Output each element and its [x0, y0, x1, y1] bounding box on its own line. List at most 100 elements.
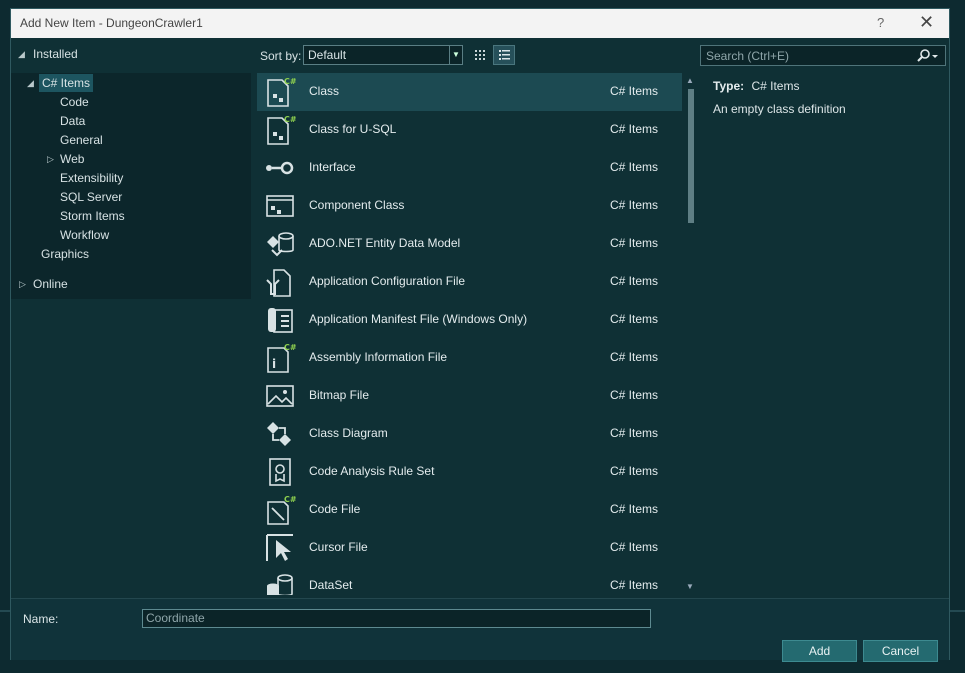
list-item[interactable]: C# i Assembly Information File C# Items — [257, 339, 682, 377]
cursor-file-icon — [266, 534, 293, 561]
dataset-icon — [267, 574, 293, 595]
item-category: C# Items — [610, 236, 659, 250]
list-item[interactable]: C# Class for U-SQL C# Items — [257, 111, 682, 149]
item-name: Application Configuration File — [309, 274, 466, 288]
cancel-button[interactable]: Cancel — [863, 640, 938, 662]
rule-set-icon — [269, 458, 291, 486]
item-name: Application Manifest File (Windows Only) — [309, 312, 528, 326]
search-icon[interactable] — [914, 47, 940, 65]
name-label: Name: — [23, 612, 59, 626]
sort-label: Sort by: — [260, 49, 302, 63]
details-pane: Type: C# Items An empty class definition — [713, 79, 943, 116]
collapse-arrow-icon[interactable]: ◢ — [18, 49, 25, 60]
item-category: C# Items — [610, 426, 659, 440]
list-item[interactable]: Component Class C# Items — [257, 187, 682, 225]
item-category: C# Items — [610, 122, 659, 136]
sort-dropdown[interactable]: Default ▼ — [303, 45, 463, 65]
list-item[interactable]: Class Diagram C# Items — [257, 415, 682, 453]
item-category: C# Items — [610, 160, 659, 174]
list-item[interactable]: Application Configuration File C# Items — [257, 263, 682, 301]
list-item[interactable]: Application Manifest File (Windows Only)… — [257, 301, 682, 339]
svg-text:C#: C# — [284, 343, 296, 352]
item-category: C# Items — [610, 388, 659, 402]
item-name: Class for U-SQL — [309, 122, 397, 136]
item-name: Code Analysis Rule Set — [309, 464, 435, 478]
search-box[interactable]: Search (Ctrl+E) — [700, 45, 946, 66]
item-name: Assembly Information File — [309, 350, 448, 364]
scroll-down-icon[interactable]: ▼ — [686, 582, 694, 591]
name-input[interactable]: Coordinate — [142, 609, 651, 628]
entity-data-model-icon — [267, 232, 294, 257]
tree-item-code[interactable]: Code — [60, 93, 89, 111]
add-new-item-dialog: Add New Item - DungeonCrawler1 ? ✕ ◢ Ins… — [10, 8, 950, 662]
tree-csharp-items[interactable]: C# Items — [39, 74, 94, 92]
tree-item-general[interactable]: General — [60, 131, 103, 149]
class-icon: C# — [267, 77, 296, 107]
type-value: C# Items — [751, 79, 800, 93]
tree-installed[interactable]: Installed — [33, 45, 78, 63]
manifest-file-icon — [268, 308, 293, 333]
expand-arrow-icon[interactable]: ▷ — [47, 154, 54, 165]
window-title: Add New Item - DungeonCrawler1 — [20, 16, 203, 30]
item-category: C# Items — [610, 502, 659, 516]
tree-item-workflow[interactable]: Workflow — [60, 226, 109, 244]
item-category: C# Items — [610, 464, 659, 478]
list-item[interactable]: Code Analysis Rule Set C# Items — [257, 453, 682, 491]
item-description: An empty class definition — [713, 102, 846, 116]
tree-item-data[interactable]: Data — [60, 112, 85, 130]
list-item[interactable]: Interface C# Items — [257, 149, 682, 187]
tree-item-web[interactable]: Web — [60, 150, 84, 168]
item-name: Bitmap File — [309, 388, 370, 402]
chevron-down-icon: ▼ — [449, 46, 462, 64]
template-tree: ◢ Installed ◢ C# Items Code Data General… — [11, 39, 251, 599]
scroll-thumb[interactable] — [688, 89, 694, 223]
tree-online[interactable]: Online — [33, 275, 68, 293]
installed-section — [11, 73, 251, 299]
item-name: ADO.NET Entity Data Model — [309, 236, 461, 250]
help-button[interactable]: ? — [877, 15, 884, 30]
close-button[interactable]: ✕ — [919, 12, 934, 33]
item-name: Class — [309, 84, 340, 98]
list-item[interactable]: Bitmap File C# Items — [257, 377, 682, 415]
list-item[interactable]: C# Class C# Items — [257, 73, 682, 111]
item-category: C# Items — [610, 350, 659, 364]
template-list[interactable]: C# Class C# Items C# Class for U-SQL C# … — [257, 73, 682, 595]
list-item[interactable]: ADO.NET Entity Data Model C# Items — [257, 225, 682, 263]
item-category: C# Items — [610, 198, 659, 212]
footer: Name: Coordinate Add Cancel — [11, 598, 949, 662]
item-name: DataSet — [309, 578, 353, 592]
expand-arrow-icon[interactable]: ▷ — [19, 279, 26, 290]
class-diagram-icon — [267, 422, 291, 446]
config-file-icon — [266, 269, 291, 297]
interface-icon — [266, 161, 294, 175]
svg-text:C#: C# — [284, 495, 296, 504]
scroll-up-icon[interactable]: ▲ — [686, 76, 694, 85]
list-item[interactable]: Cursor File C# Items — [257, 529, 682, 567]
search-placeholder: Search (Ctrl+E) — [706, 49, 790, 63]
item-category: C# Items — [610, 540, 659, 554]
item-category: C# Items — [610, 578, 659, 592]
add-button[interactable]: Add — [782, 640, 857, 662]
list-view-button[interactable] — [493, 45, 515, 65]
code-file-icon: C# — [267, 495, 296, 525]
tree-item-storm-items[interactable]: Storm Items — [60, 207, 125, 225]
tree-graphics[interactable]: Graphics — [41, 245, 89, 263]
list-item[interactable]: DataSet C# Items — [257, 567, 682, 595]
collapse-arrow-icon[interactable]: ◢ — [27, 78, 34, 89]
tree-item-extensibility[interactable]: Extensibility — [60, 169, 123, 187]
title-bar: Add New Item - DungeonCrawler1 ? ✕ — [11, 9, 949, 38]
item-category: C# Items — [610, 84, 659, 98]
tree-item-sql-server[interactable]: SQL Server — [60, 188, 122, 206]
grid-view-icon — [475, 50, 485, 60]
list-scrollbar[interactable]: ▲ ▼ — [685, 75, 697, 595]
class-usql-icon: C# — [267, 115, 296, 145]
item-name: Class Diagram — [309, 426, 388, 440]
svg-text:C#: C# — [284, 115, 296, 124]
grid-view-button[interactable] — [469, 45, 491, 65]
assembly-info-icon: C# i — [267, 343, 296, 373]
type-label: Type: — [713, 79, 745, 93]
list-item[interactable]: C# Code File C# Items — [257, 491, 682, 529]
item-name: Interface — [309, 160, 356, 174]
list-view-icon — [499, 50, 510, 60]
svg-text:C#: C# — [284, 77, 296, 86]
